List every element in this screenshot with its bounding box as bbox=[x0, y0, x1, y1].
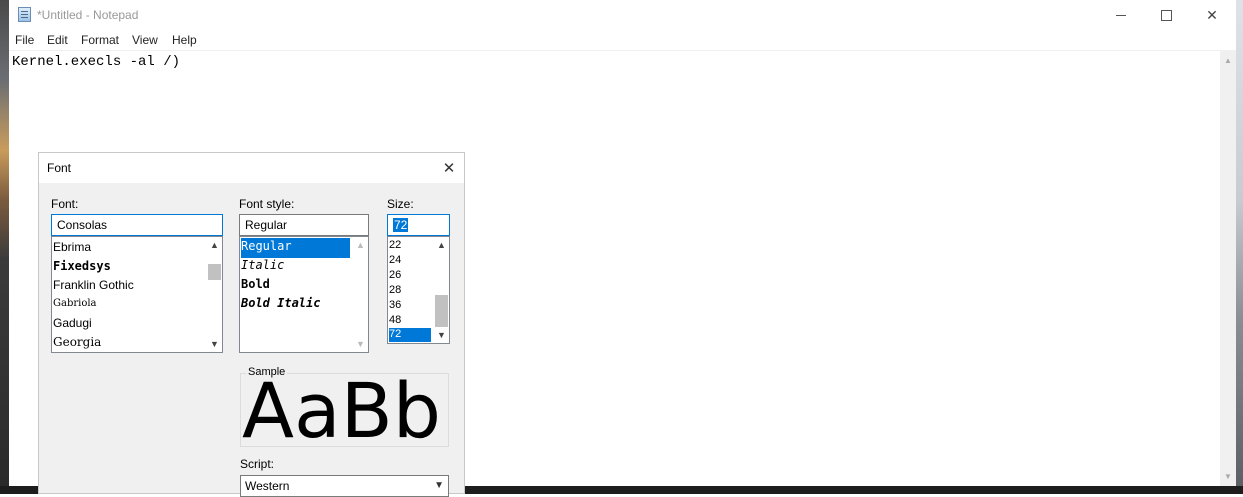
size-item-72[interactable]: 72 bbox=[389, 328, 431, 342]
editor-scrollbar[interactable]: ▲ ▼ bbox=[1220, 50, 1236, 486]
font-item-gadugi[interactable]: Gadugi bbox=[53, 316, 92, 330]
font-label: Font: bbox=[51, 197, 79, 211]
menu-help[interactable]: Help bbox=[172, 33, 197, 47]
font-item-ebrima[interactable]: Ebrima bbox=[53, 240, 91, 254]
size-input-value[interactable]: 72 bbox=[393, 218, 409, 232]
font-dialog-titlebar: Font ✕ bbox=[39, 153, 464, 183]
menu-view[interactable]: View bbox=[132, 33, 158, 47]
font-style-input[interactable]: Regular bbox=[239, 214, 369, 236]
style-list-scrollbar[interactable]: ▲ ▼ bbox=[351, 237, 368, 352]
close-icon: ✕ bbox=[442, 160, 456, 177]
font-list-scroll-thumb[interactable] bbox=[208, 264, 221, 280]
editor-content[interactable]: Kernel.execls -al /) bbox=[12, 54, 180, 70]
style-item-italic[interactable]: Italic bbox=[241, 258, 284, 272]
title-bar: *Untitled - Notepad ✕ bbox=[9, 0, 1236, 31]
scroll-down-icon[interactable]: ▼ bbox=[433, 327, 449, 343]
size-input[interactable]: 72 bbox=[387, 214, 450, 236]
scroll-down-icon[interactable]: ▼ bbox=[1220, 468, 1236, 484]
maximize-button[interactable] bbox=[1143, 0, 1189, 31]
style-item-regular[interactable]: Regular bbox=[241, 238, 350, 258]
scroll-up-icon[interactable]: ▲ bbox=[1220, 52, 1236, 68]
window-title: *Untitled - Notepad bbox=[37, 8, 139, 22]
close-icon: ✕ bbox=[1206, 7, 1218, 23]
dialog-close-button[interactable]: ✕ bbox=[437, 157, 461, 179]
minimize-icon bbox=[1116, 15, 1126, 16]
font-dialog-title: Font bbox=[47, 161, 72, 175]
font-item-gabriola[interactable]: Gabriola bbox=[53, 298, 97, 309]
desktop-background-right bbox=[1236, 0, 1243, 494]
scroll-up-icon[interactable]: ▲ bbox=[206, 237, 222, 253]
font-dialog: Font ✕ Font: Consolas Ebrima Fixedsys Fr… bbox=[38, 152, 465, 497]
size-item-24[interactable]: 24 bbox=[389, 254, 401, 266]
script-label: Script: bbox=[240, 457, 275, 471]
size-item-26[interactable]: 26 bbox=[389, 269, 401, 281]
size-item-28[interactable]: 28 bbox=[389, 284, 401, 296]
font-list-scrollbar[interactable]: ▲ ▼ bbox=[205, 237, 222, 352]
menu-bar: File Edit Format View Help bbox=[9, 31, 1236, 50]
size-item-36[interactable]: 36 bbox=[389, 299, 401, 311]
scroll-up-icon[interactable]: ▲ bbox=[433, 237, 449, 253]
scroll-down-icon[interactable]: ▼ bbox=[206, 336, 222, 352]
menu-format[interactable]: Format bbox=[81, 33, 119, 47]
scroll-up-icon[interactable]: ▲ bbox=[352, 237, 368, 253]
style-item-bold-italic[interactable]: Bold Italic bbox=[241, 296, 320, 310]
font-style-label: Font style: bbox=[239, 197, 295, 211]
close-button[interactable]: ✕ bbox=[1189, 0, 1235, 31]
sample-preview: AaBb bbox=[242, 375, 441, 445]
size-item-22[interactable]: 22 bbox=[389, 239, 401, 251]
chevron-down-icon: ▼ bbox=[434, 480, 444, 491]
size-list-scroll-thumb[interactable] bbox=[435, 295, 448, 327]
menu-edit[interactable]: Edit bbox=[47, 33, 68, 47]
font-item-georgia[interactable]: Georgia bbox=[53, 335, 101, 349]
scroll-down-icon[interactable]: ▼ bbox=[352, 336, 368, 352]
style-item-bold[interactable]: Bold bbox=[241, 277, 270, 291]
size-item-48[interactable]: 48 bbox=[389, 314, 401, 326]
font-list[interactable]: Ebrima Fixedsys Franklin Gothic Gabriola… bbox=[51, 236, 223, 353]
size-list-scrollbar[interactable]: ▲ ▼ bbox=[432, 237, 449, 343]
notepad-icon bbox=[18, 7, 31, 22]
desktop-background-left bbox=[0, 0, 9, 494]
font-style-list[interactable]: Regular Italic Bold Bold Italic ▲ ▼ bbox=[239, 236, 369, 353]
font-item-franklin-gothic[interactable]: Franklin Gothic bbox=[53, 278, 134, 292]
font-name-input[interactable]: Consolas bbox=[51, 214, 223, 236]
font-item-fixedsys[interactable]: Fixedsys bbox=[53, 259, 111, 273]
menu-file[interactable]: File bbox=[15, 33, 34, 47]
script-value: Western bbox=[245, 479, 290, 493]
size-list[interactable]: 22 24 26 28 36 48 72 ▲ ▼ bbox=[387, 236, 450, 344]
size-label: Size: bbox=[387, 197, 414, 211]
maximize-icon bbox=[1160, 10, 1172, 21]
minimize-button[interactable] bbox=[1098, 0, 1144, 31]
